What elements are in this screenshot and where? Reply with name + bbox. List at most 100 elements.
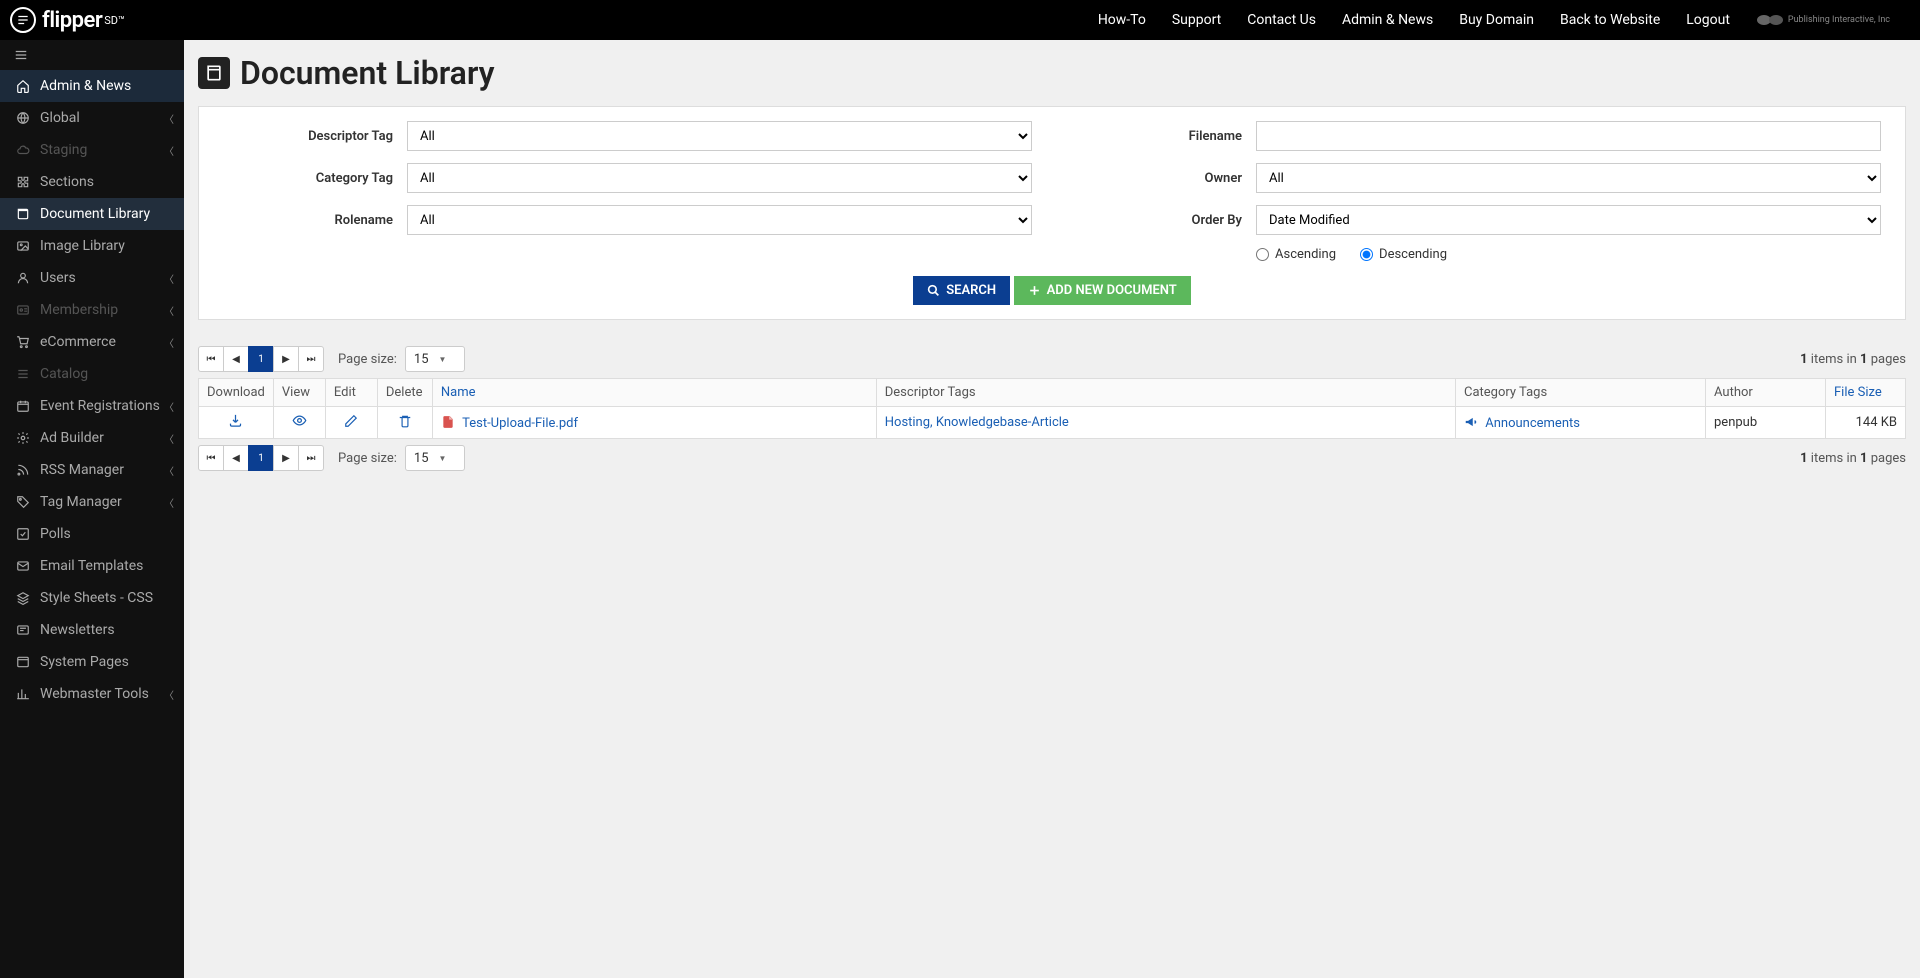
descending-radio[interactable]: Descending xyxy=(1360,247,1447,262)
pagesize-select[interactable]: 15 xyxy=(405,346,466,372)
chevron-left-icon: 〈 xyxy=(164,111,174,126)
rolename-select[interactable]: All xyxy=(407,205,1032,235)
delete-action[interactable] xyxy=(377,407,432,439)
sidebar-item-event-registrations[interactable]: Event Registrations 〈 xyxy=(0,390,184,422)
sidebar-item-ad-builder[interactable]: Ad Builder〈 xyxy=(0,422,184,454)
brand-icon xyxy=(10,7,36,33)
corp-logo: Publishing Interactive, Inc xyxy=(1756,13,1890,27)
sidebar-item-label: Tag Manager xyxy=(40,494,122,510)
descriptor-tag-label: Descriptor Tag xyxy=(223,129,393,144)
user-icon xyxy=(14,271,32,285)
view-action[interactable] xyxy=(273,407,325,439)
category-tag-select[interactable]: All xyxy=(407,163,1032,193)
sidebar-item-label: Sections xyxy=(40,174,94,190)
download-action[interactable] xyxy=(199,407,274,439)
sidebar-item-staging[interactable]: Staging〈 xyxy=(0,134,184,166)
sidebar-item-admin-news[interactable]: Admin & News xyxy=(0,70,184,102)
col-filesize[interactable]: File Size xyxy=(1826,379,1906,407)
pdf-icon xyxy=(441,416,458,431)
sidebar-item-document-library[interactable]: Document Library xyxy=(0,198,184,230)
topnav-howto[interactable]: How-To xyxy=(1098,12,1146,28)
sidebar-item-label: Membership xyxy=(40,302,118,318)
add-document-button[interactable]: ADD NEW DOCUMENT xyxy=(1014,276,1191,305)
pager-prev-b[interactable]: ◀ xyxy=(223,445,249,471)
col-descriptor: Descriptor Tags xyxy=(876,379,1455,407)
col-name[interactable]: Name xyxy=(432,379,876,407)
filter-panel: Descriptor Tag All Filename Category Tag… xyxy=(198,106,1906,320)
cell-descriptor[interactable]: Hosting, Knowledgebase-Article xyxy=(876,407,1455,439)
topnav-admin-news[interactable]: Admin & News xyxy=(1342,12,1433,28)
topbar: flipper SD™ How-To Support Contact Us Ad… xyxy=(0,0,1920,40)
sidebar-item-label: Document Library xyxy=(40,206,150,222)
pager-last-b[interactable]: ⏭ xyxy=(298,445,324,471)
documents-table: Download View Edit Delete Name Descripto… xyxy=(198,378,1906,439)
megaphone-icon xyxy=(1464,416,1481,431)
sidebar-item-email-templates[interactable]: Email Templates xyxy=(0,550,184,582)
pager-bottom: ⏮ ◀ 1 ▶ ⏭ Page size: 15 1 items in 1 pag… xyxy=(198,439,1906,477)
sidebar-item-ecommerce[interactable]: eCommerce〈 xyxy=(0,326,184,358)
sidebar-item-users[interactable]: Users〈 xyxy=(0,262,184,294)
pager-summary-b: 1 items in 1 pages xyxy=(1800,451,1906,466)
table-row: Test-Upload-File.pdf Hosting, Knowledgeb… xyxy=(199,407,1906,439)
file-link[interactable]: Test-Upload-File.pdf xyxy=(462,416,578,431)
ascending-radio[interactable]: Ascending xyxy=(1256,247,1336,262)
sidebar-item-tag-manager[interactable]: Tag Manager 〈 xyxy=(0,486,184,518)
pager-next[interactable]: ▶ xyxy=(273,346,299,372)
sidebar-item-label: Catalog xyxy=(40,366,88,382)
chevron-left-icon: 〈 xyxy=(164,495,174,510)
sidebar-item-global[interactable]: Global 〈 xyxy=(0,102,184,134)
pager-page-1-b[interactable]: 1 xyxy=(248,445,274,471)
sidebar-item-webmaster-tools[interactable]: Webmaster Tools〈 xyxy=(0,678,184,710)
pager-last[interactable]: ⏭ xyxy=(298,346,324,372)
pager-next-b[interactable]: ▶ xyxy=(273,445,299,471)
sidebar-item-polls[interactable]: Polls xyxy=(0,518,184,550)
chevron-left-icon: 〈 xyxy=(164,303,174,318)
sidebar-item-label: eCommerce xyxy=(40,334,116,350)
pagesize-label-b: Page size: xyxy=(338,451,397,466)
orderby-label: Order By xyxy=(1072,213,1242,228)
pager-first-b[interactable]: ⏮ xyxy=(198,445,224,471)
owner-label: Owner xyxy=(1072,171,1242,186)
sidebar-item-catalog[interactable]: Catalog xyxy=(0,358,184,390)
topnav-back-to-website[interactable]: Back to Website xyxy=(1560,12,1660,28)
sidebar-item-label: Event Registrations xyxy=(40,398,160,414)
sidebar-item-system-pages[interactable]: System Pages xyxy=(0,646,184,678)
topnav-buy-domain[interactable]: Buy Domain xyxy=(1459,12,1534,28)
check-icon xyxy=(14,527,32,541)
sidebar-item-style-sheets-css[interactable]: Style Sheets - CSS xyxy=(0,582,184,614)
brand-logo[interactable]: flipper SD™ xyxy=(10,7,125,33)
filename-input[interactable] xyxy=(1256,121,1881,151)
sidebar-item-membership[interactable]: Membership 〈 xyxy=(0,294,184,326)
edit-action[interactable] xyxy=(325,407,377,439)
sidebar-item-label: Global xyxy=(40,110,80,126)
search-button[interactable]: SEARCH xyxy=(913,276,1010,305)
pager-prev[interactable]: ◀ xyxy=(223,346,249,372)
topnav-support[interactable]: Support xyxy=(1172,12,1221,28)
topnav-contact[interactable]: Contact Us xyxy=(1247,12,1316,28)
chevron-left-icon: 〈 xyxy=(164,143,174,158)
calendar-icon xyxy=(14,399,32,413)
chevron-left-icon: 〈 xyxy=(164,399,174,414)
descriptor-tag-select[interactable]: All xyxy=(407,121,1032,151)
cell-category: Announcements xyxy=(1456,407,1706,439)
sidebar-toggle[interactable] xyxy=(0,40,184,70)
sidebar-item-rss-manager[interactable]: RSS Manager〈 xyxy=(0,454,184,486)
mail-icon xyxy=(14,559,32,573)
sidebar-item-image-library[interactable]: Image Library xyxy=(0,230,184,262)
pager-page-1[interactable]: 1 xyxy=(248,346,274,372)
category-link[interactable]: Announcements xyxy=(1485,416,1580,431)
sidebar-item-label: Polls xyxy=(40,526,71,542)
pager-summary: 1 items in 1 pages xyxy=(1800,352,1906,367)
rss-icon xyxy=(14,463,32,477)
owner-select[interactable]: All xyxy=(1256,163,1881,193)
pager-first[interactable]: ⏮ xyxy=(198,346,224,372)
sidebar-item-label: Ad Builder xyxy=(40,430,104,446)
orderby-select[interactable]: Date Modified xyxy=(1256,205,1881,235)
pagesize-select-b[interactable]: 15 xyxy=(405,445,466,471)
chevron-left-icon: 〈 xyxy=(164,463,174,478)
topnav-logout[interactable]: Logout xyxy=(1686,12,1730,28)
brand-name: flipper xyxy=(42,8,102,33)
sidebar-item-sections[interactable]: Sections xyxy=(0,166,184,198)
sidebar-item-newsletters[interactable]: Newsletters xyxy=(0,614,184,646)
news-icon xyxy=(14,623,32,637)
